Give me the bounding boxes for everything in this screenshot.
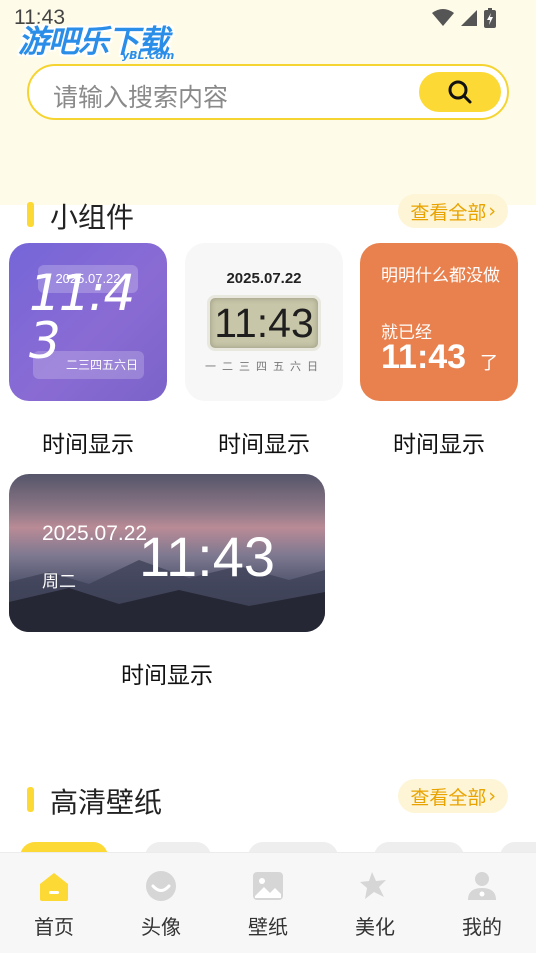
see-all-label: 查看全部 [410,201,487,224]
section-accent-bar [27,202,34,227]
widget-date: 2025.07.22 [42,522,148,545]
widget-text: 明明什么都没做 [381,266,500,286]
widget-time: 11:43 [29,264,135,370]
widget-label-1: 时间显示 [42,432,134,458]
wallpaper-see-all-button[interactable]: 查看全部 › [398,779,508,813]
avatar-icon [146,871,176,901]
widget-card-4[interactable]: 2025.07.22 周二 11:43 [9,474,325,632]
widget-card-3[interactable]: 明明什么都没做 就已经 11:43 了 [360,243,518,401]
bottom-navigation: 首页 头像 壁纸 美化 我的 [0,852,536,953]
widget-text: 了 [480,353,498,374]
nav-label: 壁纸 [248,915,288,939]
nav-label: 美化 [355,915,395,939]
section-accent-bar [27,787,34,812]
see-all-label: 查看全部 [410,786,487,809]
profile-icon [468,872,496,900]
widget-card-1[interactable]: 2025.07.22 二三四五六日 11:43 [9,243,167,401]
nav-label: 头像 [141,915,181,939]
widget-weekdays: 一二三四五六日 [205,360,323,373]
widgets-section-header: 小组件 查看全部 › [0,194,536,234]
nav-item-avatar[interactable]: 头像 [121,869,201,940]
search-input[interactable]: 请输入搜索内容 [53,78,228,114]
nav-item-profile[interactable]: 我的 [442,869,522,940]
nav-label: 首页 [34,915,74,939]
watermark-logo: 游吧乐下载 yBL.com [18,16,174,62]
battery-icon [484,8,496,28]
beautify-icon [360,872,386,899]
search-bar[interactable]: 请输入搜索内容 [27,64,509,120]
widget-time: 11:43 [207,295,321,351]
wifi-icon [432,9,454,26]
signal-icon [461,10,477,26]
widget-time: 11:43 [381,338,467,376]
section-title: 小组件 [50,201,135,234]
nav-item-beautify[interactable]: 美化 [335,869,415,940]
widget-label-4: 时间显示 [121,663,213,689]
search-button[interactable] [419,72,501,112]
status-icons [432,8,496,28]
nav-item-home[interactable]: 首页 [14,869,94,940]
widget-weekday: 周二 [42,572,76,592]
widget-date: 2025.07.22 [226,270,302,287]
home-icon [40,873,68,901]
nav-item-wallpaper[interactable]: 壁纸 [228,869,308,940]
nav-label: 我的 [462,915,502,939]
wallpaper-section-header: 高清壁纸 查看全部 › [0,779,536,819]
watermark-subtext: yBL.com [122,49,175,62]
wallpaper-icon [253,872,283,900]
widget-time: 11:43 [139,525,275,588]
chevron-right-icon: › [488,785,496,807]
widget-label-3: 时间显示 [393,432,485,458]
search-icon [448,80,472,104]
widgets-see-all-button[interactable]: 查看全部 › [398,194,508,228]
widget-card-2[interactable]: 2025.07.22 11:43 一二三四五六日 [185,243,343,401]
section-title: 高清壁纸 [50,786,163,819]
widget-label-2: 时间显示 [218,432,310,458]
chevron-right-icon: › [488,200,496,222]
